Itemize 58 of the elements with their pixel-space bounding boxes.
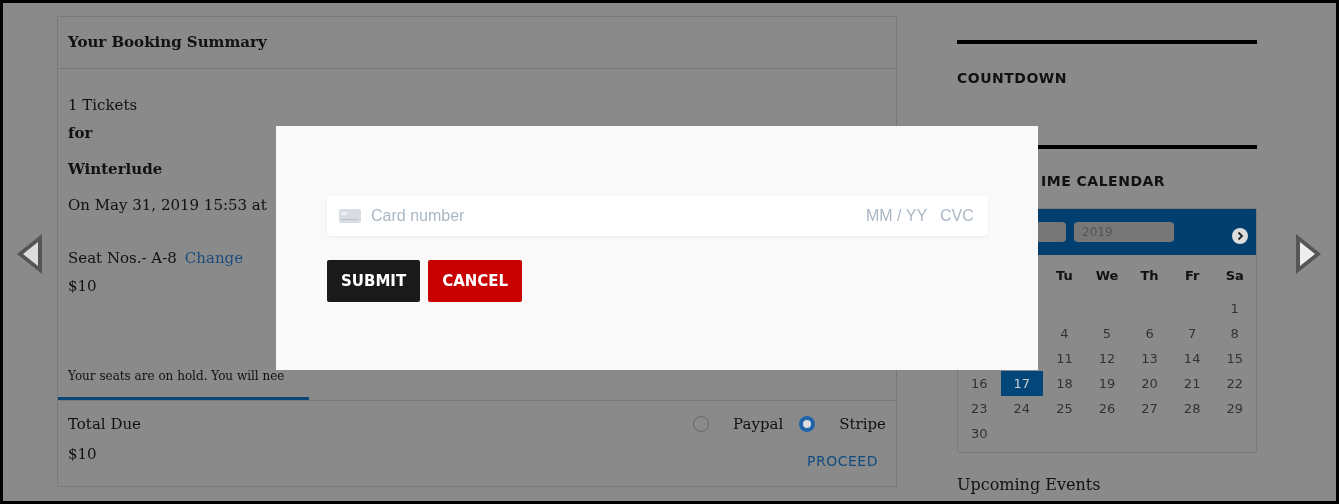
seat-number: Seat Nos.- A-8 bbox=[68, 247, 177, 269]
ticket-count: 1 Tickets bbox=[68, 94, 138, 116]
submit-button[interactable]: SUBMIT bbox=[327, 260, 421, 302]
calendar-day[interactable]: 15 bbox=[1213, 346, 1256, 371]
calendar-day[interactable]: 14 bbox=[1170, 346, 1214, 371]
payment-option-label: Stripe bbox=[839, 413, 886, 435]
total-amount: $10 bbox=[68, 444, 98, 465]
ticket-price: $10 bbox=[68, 275, 97, 297]
change-link[interactable]: Change bbox=[184, 243, 244, 272]
total-label: Total Due bbox=[68, 413, 141, 435]
calendar-day[interactable]: 4 bbox=[1043, 321, 1086, 346]
next-arrow-icon[interactable] bbox=[1295, 233, 1322, 275]
event-date: On May 31, 2019 15:53 at bbox=[68, 194, 267, 216]
widget-title: COUNTDOWN bbox=[957, 69, 1068, 88]
calendar-day[interactable]: 17 bbox=[1000, 371, 1044, 396]
weekday-label: Th bbox=[1139, 267, 1160, 285]
calendar-day[interactable]: 8 bbox=[1213, 321, 1256, 346]
calendar-day[interactable]: 22 bbox=[1213, 371, 1256, 396]
card-number-field[interactable]: Card number bbox=[371, 204, 856, 228]
calendar-day[interactable]: 16 bbox=[958, 371, 1001, 396]
payment-option-label: Paypal bbox=[733, 413, 784, 435]
expiry-field[interactable]: MM / YY bbox=[866, 204, 930, 228]
calendar-day[interactable]: 5 bbox=[1085, 321, 1129, 346]
card-icon bbox=[339, 209, 361, 223]
for-label: for bbox=[68, 122, 93, 144]
weekday-label: Fr bbox=[1183, 267, 1201, 285]
hold-notice: Your seats are on hold. You will nee bbox=[68, 367, 285, 385]
proceed-link[interactable]: PROCEED bbox=[807, 451, 878, 472]
calendar-day[interactable]: 23 bbox=[958, 396, 1001, 421]
calendar-day[interactable]: 21 bbox=[1170, 371, 1214, 396]
weekday-label: Tu bbox=[1055, 267, 1074, 285]
calendar-day[interactable]: 27 bbox=[1128, 396, 1171, 421]
widget-title: IME CALENDAR bbox=[1041, 172, 1166, 191]
weekday-label: Sa bbox=[1224, 267, 1245, 285]
calendar-day[interactable]: 26 bbox=[1085, 396, 1129, 421]
calendar-day[interactable]: 1 bbox=[1213, 296, 1256, 321]
calendar-day[interactable]: 19 bbox=[1085, 371, 1129, 396]
calendar-day[interactable]: 29 bbox=[1213, 396, 1256, 421]
calendar-day[interactable]: 30 bbox=[958, 421, 1001, 446]
calendar-day[interactable]: 20 bbox=[1128, 371, 1171, 396]
weekday-label: We bbox=[1094, 267, 1120, 285]
calendar-day[interactable]: 12 bbox=[1085, 346, 1129, 371]
cancel-button[interactable]: CANCEL bbox=[428, 260, 523, 302]
card-field[interactable]: Card number MM / YY CVC bbox=[327, 196, 988, 236]
cvc-field[interactable]: CVC bbox=[940, 204, 976, 228]
calendar-day[interactable]: 18 bbox=[1043, 371, 1086, 396]
card-title: Your Booking Summary bbox=[58, 17, 896, 69]
calendar-day[interactable]: 6 bbox=[1128, 321, 1171, 346]
calendar-day[interactable]: 25 bbox=[1043, 396, 1086, 421]
section-title: Upcoming Events bbox=[957, 474, 1102, 496]
calendar-day[interactable]: 7 bbox=[1170, 321, 1214, 346]
calendar-day[interactable]: 13 bbox=[1128, 346, 1171, 371]
event-name: Winterlude bbox=[68, 158, 163, 180]
calendar-day[interactable]: 11 bbox=[1043, 346, 1086, 371]
calendar-day[interactable]: 28 bbox=[1170, 396, 1214, 421]
previous-arrow-icon[interactable] bbox=[16, 233, 43, 275]
calendar-day[interactable]: 24 bbox=[1000, 396, 1044, 421]
radio-button[interactable] bbox=[799, 415, 816, 432]
